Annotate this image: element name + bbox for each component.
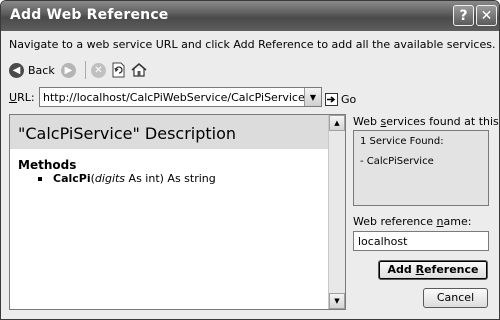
scroll-up-arrow-icon[interactable]: ▲ bbox=[329, 115, 345, 131]
url-input[interactable]: http://localhost/CalcPiWebService/CalcPi… bbox=[43, 91, 305, 104]
stop-icon: ✕ bbox=[91, 62, 106, 78]
bullet-icon bbox=[38, 177, 42, 181]
home-button[interactable] bbox=[131, 59, 147, 81]
refresh-button[interactable] bbox=[111, 59, 126, 81]
method-entry: CalcPi(digits As int) As string bbox=[53, 172, 216, 185]
add-label-part2: eference bbox=[424, 263, 479, 276]
add-web-reference-dialog: Add Web Reference ? ✕ Navigate to a web … bbox=[0, 0, 500, 320]
go-button[interactable]: Go bbox=[325, 90, 356, 108]
forward-button[interactable]: ▶ bbox=[61, 59, 76, 81]
services-found-label: Web services found at this URL: bbox=[353, 115, 499, 128]
scroll-down-arrow-icon[interactable]: ▼ bbox=[329, 293, 345, 309]
add-label-accel: R bbox=[415, 263, 425, 276]
chevron-down-icon: ▼ bbox=[309, 92, 317, 102]
description-title: "CalcPiService" Description bbox=[18, 124, 237, 143]
add-reference-button[interactable]: Add Reference bbox=[378, 260, 488, 280]
refresh-icon bbox=[112, 62, 125, 78]
go-label: Go bbox=[341, 92, 357, 106]
back-label: Back bbox=[28, 63, 55, 77]
url-label-rest: RL: bbox=[17, 91, 35, 104]
url-dropdown-button[interactable]: ▼ bbox=[304, 88, 321, 106]
home-icon bbox=[131, 63, 147, 77]
reference-label-part2: ame: bbox=[443, 215, 472, 228]
title-bar: Add Web Reference ? ✕ bbox=[1, 1, 499, 31]
instruction-text: Navigate to a web service URL and click … bbox=[9, 38, 496, 51]
close-button[interactable]: ✕ bbox=[476, 5, 497, 26]
toolbar-separator bbox=[85, 61, 86, 79]
services-label-part1: Web bbox=[353, 115, 381, 128]
help-button[interactable]: ? bbox=[453, 5, 474, 26]
services-count: 1 Service Found: bbox=[360, 136, 444, 147]
method-signature: As int) As string bbox=[125, 172, 216, 185]
reference-name-label: Web reference name: bbox=[353, 215, 471, 228]
window-title: Add Web Reference bbox=[10, 7, 169, 23]
services-label-part2: ervices found at this URL: bbox=[386, 115, 499, 128]
vertical-scrollbar[interactable]: ▲ ▼ bbox=[328, 115, 345, 309]
service-description-pane[interactable]: "CalcPiService" Description Methods Calc… bbox=[9, 114, 346, 310]
description-header: "CalcPiService" Description bbox=[10, 115, 330, 149]
back-button[interactable]: ◀ Back bbox=[9, 59, 55, 81]
method-name-link[interactable]: CalcPi bbox=[53, 172, 91, 185]
stop-button[interactable]: ✕ bbox=[91, 59, 106, 81]
url-label: URL: bbox=[9, 91, 35, 104]
url-label-accel: U bbox=[9, 91, 18, 104]
go-arrow-icon bbox=[325, 92, 338, 106]
reference-name-input[interactable]: localhost bbox=[353, 231, 489, 251]
service-list-item: - CalcPiService bbox=[360, 156, 434, 167]
forward-arrow-icon: ▶ bbox=[61, 62, 76, 78]
cancel-button[interactable]: Cancel bbox=[423, 288, 488, 308]
url-combobox[interactable]: http://localhost/CalcPiWebService/CalcPi… bbox=[39, 87, 322, 107]
add-label-part1: Add bbox=[387, 263, 416, 276]
back-arrow-icon: ◀ bbox=[9, 62, 24, 78]
method-param: digits bbox=[94, 172, 126, 185]
reference-label-part1: Web reference bbox=[353, 215, 437, 228]
methods-heading: Methods bbox=[18, 158, 77, 172]
services-found-panel: 1 Service Found: - CalcPiService bbox=[353, 130, 489, 206]
